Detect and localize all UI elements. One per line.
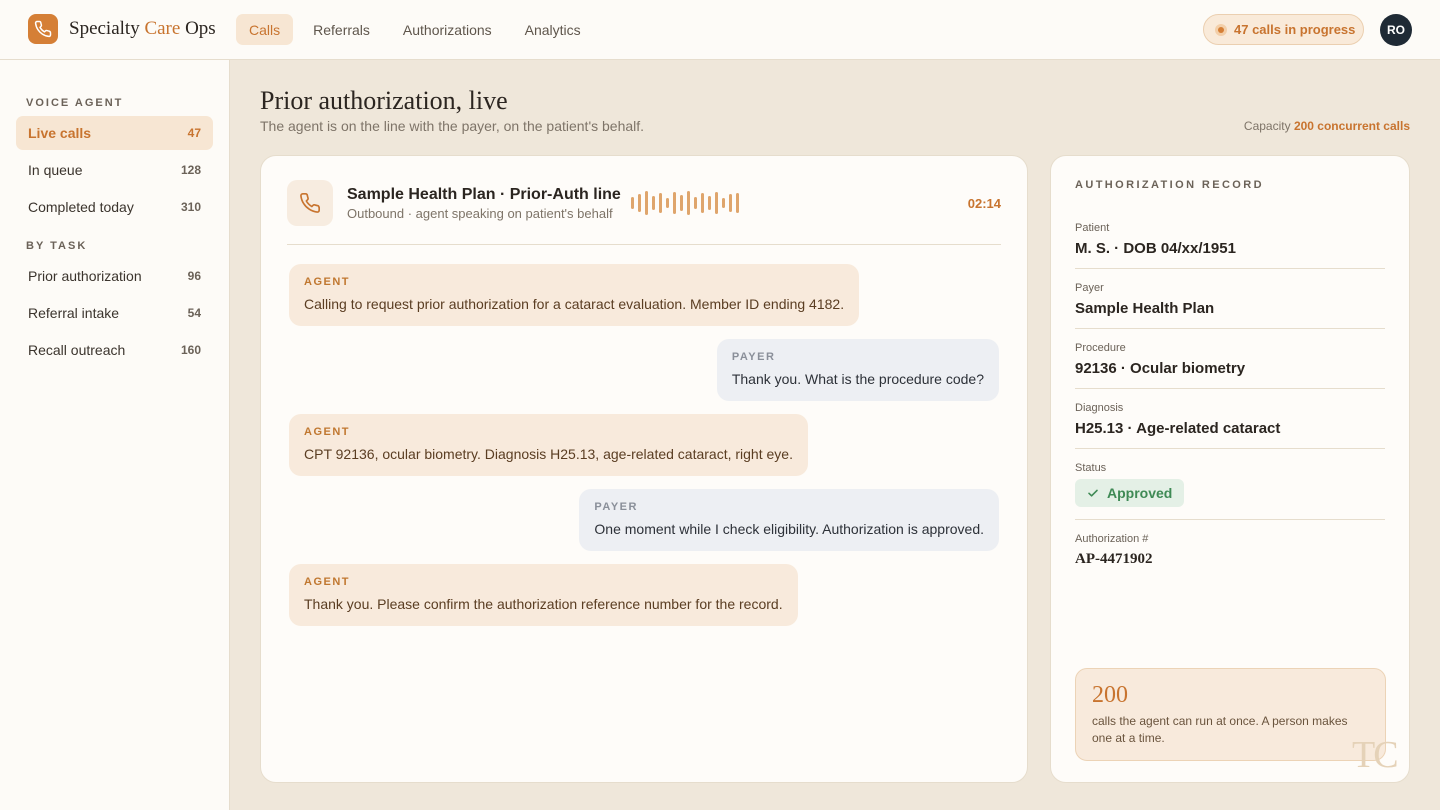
capacity-indicator: Capacity 200 concurrent calls bbox=[1244, 119, 1410, 133]
sidebar-item-label: Live calls bbox=[28, 125, 92, 141]
record-header: AUTHORIZATION RECORD bbox=[1075, 179, 1264, 191]
speaker-label: PAYER bbox=[594, 501, 638, 513]
sidebar-item-referral-intake[interactable]: Referral intake 54 bbox=[16, 296, 213, 330]
calls-in-progress-badge[interactable]: 47 calls in progress bbox=[1203, 14, 1364, 45]
message-text: One moment while I check eligibility. Au… bbox=[594, 521, 984, 537]
field-value: H25.13 · Age-related cataract bbox=[1075, 420, 1281, 437]
speaker-label: AGENT bbox=[304, 576, 350, 588]
transcript-message-payer: PAYER Thank you. What is the procedure c… bbox=[716, 339, 999, 401]
transcript-message-agent: AGENT Calling to request prior authoriza… bbox=[289, 264, 860, 326]
sidebar-item-recall-outreach[interactable]: Recall outreach 160 bbox=[16, 333, 213, 367]
field-authorization-number: Authorization # AP-4471902 bbox=[1075, 533, 1385, 568]
field-status: Status Approved bbox=[1075, 462, 1385, 507]
sidebar-item-count: 54 bbox=[187, 306, 201, 320]
section-label-voice-agent: VOICE AGENT bbox=[26, 97, 124, 109]
call-title: Sample Health Plan · Prior-Auth line bbox=[347, 186, 621, 203]
status-badge: Approved bbox=[1075, 479, 1185, 507]
message-text: CPT 92136, ocular biometry. Diagnosis H2… bbox=[304, 446, 793, 462]
speaker-label: AGENT bbox=[304, 276, 350, 288]
authorization-record-panel: AUTHORIZATION RECORD Patient M. S. · DOB… bbox=[1050, 155, 1410, 783]
field-label: Payer bbox=[1075, 282, 1104, 294]
sidebar-item-in-queue[interactable]: In queue 128 bbox=[16, 153, 213, 187]
sidebar-item-label: Prior authorization bbox=[28, 268, 142, 284]
calls-in-progress-text: 47 calls in progress bbox=[1234, 22, 1356, 37]
nav-tab-referrals[interactable]: Referrals bbox=[300, 14, 383, 45]
transcript-message-agent: AGENT Thank you. Please confirm the auth… bbox=[289, 564, 798, 626]
status-text: Approved bbox=[1107, 485, 1173, 501]
speaker-label: PAYER bbox=[731, 351, 776, 363]
message-text: Calling to request prior authorization f… bbox=[304, 296, 845, 312]
sidebar-item-label: Recall outreach bbox=[28, 342, 126, 358]
top-bar: Specialty Care Ops Calls Referrals Autho… bbox=[0, 0, 1440, 60]
field-value: M. S. · DOB 04/xx/1951 bbox=[1075, 240, 1236, 257]
field-procedure: Procedure 92136 · Ocular biometry bbox=[1075, 342, 1385, 377]
transcript-message-agent: AGENT CPT 92136, ocular biometry. Diagno… bbox=[289, 414, 808, 476]
user-avatar[interactable]: RO bbox=[1380, 14, 1412, 46]
sidebar-item-label: Completed today bbox=[28, 199, 134, 215]
call-subtitle: Outbound · agent speaking on patient's b… bbox=[347, 206, 613, 221]
phone-icon bbox=[28, 14, 58, 44]
field-label: Diagnosis bbox=[1075, 402, 1124, 414]
capacity-label: Capacity bbox=[1243, 119, 1291, 133]
message-text: Thank you. What is the procedure code? bbox=[731, 371, 984, 387]
check-icon bbox=[1088, 489, 1098, 497]
field-label: Patient bbox=[1075, 222, 1110, 234]
field-payer: Payer Sample Health Plan bbox=[1075, 282, 1385, 317]
audio-waveform-icon bbox=[631, 190, 743, 216]
main-nav: Calls Referrals Authorizations Analytics bbox=[236, 14, 601, 45]
nav-tab-analytics[interactable]: Analytics bbox=[512, 14, 594, 45]
authorization-number: AP-4471902 bbox=[1075, 551, 1153, 567]
field-label: Procedure bbox=[1075, 342, 1126, 354]
sidebar-item-count: 47 bbox=[187, 126, 201, 140]
stat-number: 200 bbox=[1092, 682, 1128, 708]
watermark-logo: TC bbox=[1352, 734, 1399, 776]
live-dot-icon bbox=[1215, 23, 1227, 36]
call-timer: 02:14 bbox=[967, 196, 1001, 211]
stat-description: calls the agent can run at once. A perso… bbox=[1092, 714, 1348, 745]
divider bbox=[1075, 519, 1385, 520]
page-title: Prior authorization, live bbox=[260, 86, 508, 115]
sidebar-item-completed-today[interactable]: Completed today 310 bbox=[16, 190, 213, 224]
transcript-message-payer: PAYER One moment while I check eligibili… bbox=[579, 489, 999, 551]
divider bbox=[1075, 268, 1385, 269]
section-label-by-task: BY TASK bbox=[26, 240, 88, 252]
nav-tab-calls[interactable]: Calls bbox=[236, 14, 294, 45]
sidebar-item-count: 160 bbox=[180, 343, 201, 357]
sidebar-item-count: 128 bbox=[180, 163, 201, 177]
capacity-value: 200 concurrent calls bbox=[1293, 119, 1410, 133]
divider bbox=[287, 244, 1001, 245]
page-subtitle: The agent is on the line with the payer,… bbox=[260, 118, 645, 134]
divider bbox=[1075, 388, 1385, 389]
app-name: Specialty Care Ops bbox=[69, 18, 216, 39]
sidebar-item-live-calls[interactable]: Live calls 47 bbox=[16, 116, 213, 150]
speaker-label: AGENT bbox=[304, 426, 350, 438]
sidebar-item-label: In queue bbox=[28, 162, 83, 178]
message-text: Thank you. Please confirm the authorizat… bbox=[304, 596, 783, 612]
divider bbox=[1075, 448, 1385, 449]
capacity-stat-card: 200 calls the agent can run at once. A p… bbox=[1075, 668, 1386, 761]
field-patient: Patient M. S. · DOB 04/xx/1951 bbox=[1075, 222, 1385, 257]
nav-tab-authorizations[interactable]: Authorizations bbox=[390, 14, 505, 45]
live-call-panel: Sample Health Plan · Prior-Auth line Out… bbox=[260, 155, 1028, 783]
sidebar: VOICE AGENT Live calls 47 In queue 128 C… bbox=[0, 60, 230, 810]
phone-icon bbox=[287, 180, 333, 226]
field-label: Authorization # bbox=[1075, 533, 1149, 545]
brand[interactable]: Specialty Care Ops bbox=[28, 14, 216, 44]
field-value: 92136 · Ocular biometry bbox=[1075, 360, 1246, 377]
sidebar-item-count: 96 bbox=[187, 269, 201, 283]
divider bbox=[1075, 328, 1385, 329]
sidebar-item-count: 310 bbox=[180, 200, 201, 214]
sidebar-item-prior-authorization[interactable]: Prior authorization 96 bbox=[16, 259, 213, 293]
field-label: Status bbox=[1075, 462, 1107, 474]
sidebar-item-label: Referral intake bbox=[28, 305, 120, 321]
field-diagnosis: Diagnosis H25.13 · Age-related cataract bbox=[1075, 402, 1385, 437]
field-value: Sample Health Plan bbox=[1075, 300, 1215, 317]
